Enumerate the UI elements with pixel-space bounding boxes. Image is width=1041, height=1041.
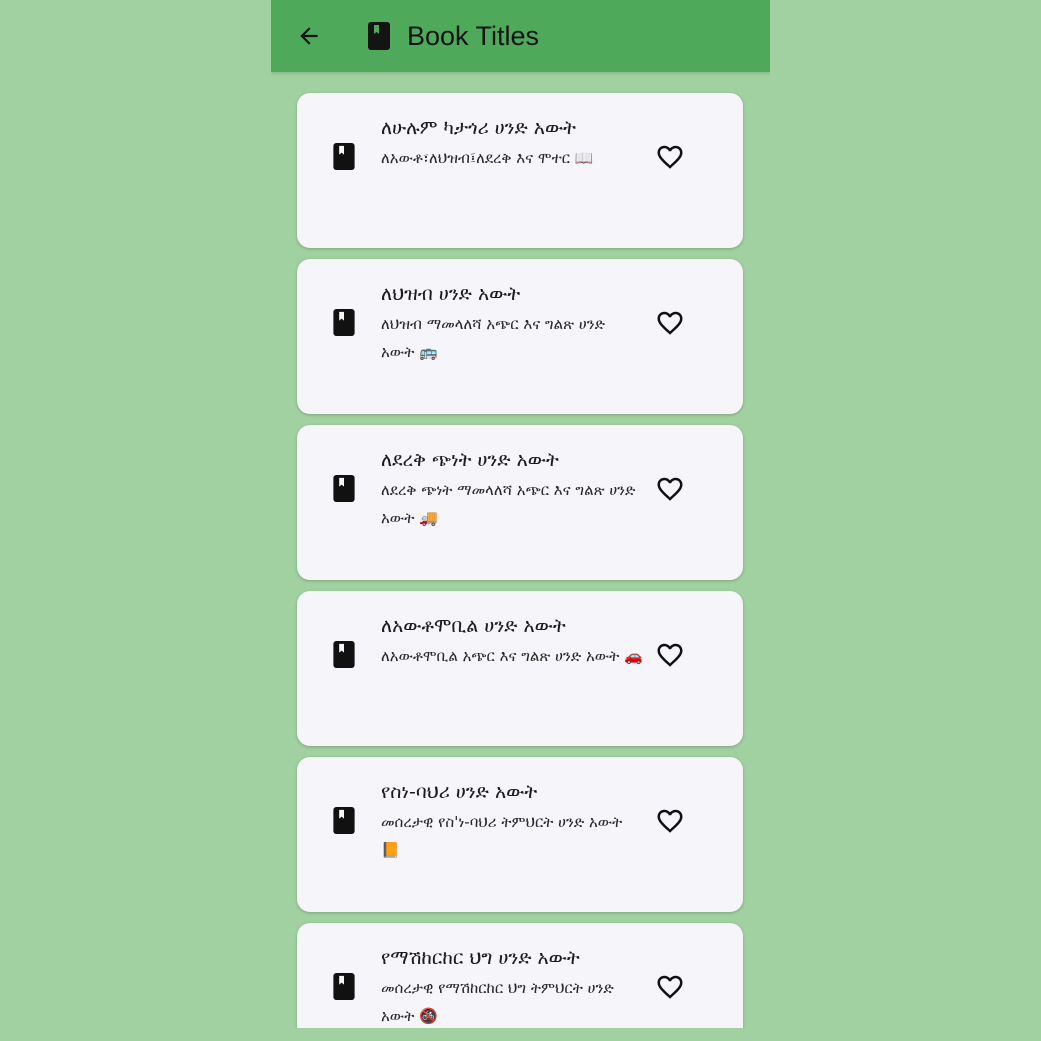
- favorite-button[interactable]: [651, 471, 689, 507]
- favorite-button[interactable]: [651, 139, 689, 175]
- book-card[interactable]: የማሽከርከር ህግ ሀንድ አውት መሰረታዊ የማሽከርከር ህግ ትምህር…: [297, 923, 743, 1028]
- book-icon: [333, 309, 355, 336]
- heart-outline-icon: [657, 145, 683, 169]
- book-title: የማሽከርከር ህግ ሀንድ አውት: [381, 947, 580, 969]
- heart-outline-icon: [657, 643, 683, 667]
- book-text: ለአውቶሞቢል ሀንድ አውት ለአውቶሞቢል አጭር እና ግልጽ ሀንድ አ…: [381, 613, 643, 670]
- heart-outline-icon: [657, 809, 683, 833]
- back-button[interactable]: [291, 18, 327, 54]
- book-title: ለሁሉም ካታጎሪ ሀንድ አውት: [381, 117, 577, 139]
- book-text: ለሁሉም ካታጎሪ ሀንድ አውት ለአውቶ፣ለህዝብ፤ለደረቅ እና ሞተር …: [381, 115, 643, 172]
- book-subtitle: ለደረቅ ጭነት ማመላለሻ አጭር እና ግልጽ ሀንድ አውት 🚚: [381, 481, 636, 527]
- favorite-button[interactable]: [651, 969, 689, 1005]
- book-icon: [333, 641, 355, 668]
- page-title: Book Titles: [407, 21, 540, 51]
- book-card[interactable]: ለሁሉም ካታጎሪ ሀንድ አውት ለአውቶ፣ለህዝብ፤ለደረቅ እና ሞተር …: [297, 93, 743, 248]
- book-icon: [333, 475, 355, 502]
- book-icon: [333, 973, 355, 1000]
- heart-outline-icon: [657, 311, 683, 335]
- book-title: ለአውቶሞቢል ሀንድ አውት: [381, 615, 566, 637]
- book-subtitle: ለህዝብ ማመላለሻ አጭር እና ግልጽ ሀንድ አውት 🚌: [381, 315, 605, 361]
- book-subtitle: መሰረታዊ የማሽከርከር ህግ ትምህርት ሀንድ አውት 🚳: [381, 979, 614, 1025]
- book-card[interactable]: ለአውቶሞቢል ሀንድ አውት ለአውቶሞቢል አጭር እና ግልጽ ሀንድ አ…: [297, 591, 743, 746]
- book-title: ለደረቅ ጭነት ሀንድ አውት: [381, 449, 559, 471]
- book-subtitle: ለአውቶ፣ለህዝብ፤ለደረቅ እና ሞተር 📖: [381, 149, 594, 167]
- book-list: ለሁሉም ካታጎሪ ሀንድ አውት ለአውቶ፣ለህዝብ፤ለደረቅ እና ሞተር …: [297, 93, 743, 1028]
- book-title: የስነ-ባህሪ ሀንድ አውት: [381, 781, 538, 803]
- book-text: ለህዝብ ሀንድ አውት ለህዝብ ማመላለሻ አጭር እና ግልጽ ሀንድ አ…: [381, 281, 643, 366]
- book-icon: [333, 143, 355, 170]
- arrow-back-icon: [300, 27, 318, 45]
- book-icon: [333, 807, 355, 834]
- app-bar: Book Titles: [271, 0, 770, 72]
- heart-outline-icon: [657, 477, 683, 501]
- book-icon: [368, 22, 390, 50]
- book-text: የማሽከርከር ህግ ሀንድ አውት መሰረታዊ የማሽከርከር ህግ ትምህር…: [381, 945, 643, 1028]
- book-text: ለደረቅ ጭነት ሀንድ አውት ለደረቅ ጭነት ማመላለሻ አጭር እና ግ…: [381, 447, 643, 532]
- favorite-button[interactable]: [651, 803, 689, 839]
- favorite-button[interactable]: [651, 305, 689, 341]
- favorite-button[interactable]: [651, 637, 689, 673]
- book-card[interactable]: ለደረቅ ጭነት ሀንድ አውት ለደረቅ ጭነት ማመላለሻ አጭር እና ግ…: [297, 425, 743, 580]
- app-screen: Book Titles ለሁሉም ካታጎሪ ሀንድ አውት ለአውቶ፣ለህዝብ፤…: [271, 0, 770, 1028]
- heart-outline-icon: [657, 975, 683, 999]
- book-subtitle: መሰረታዊ የስ'ነ-ባህሪ ትምህርት ሀንድ አውት 📙: [381, 813, 623, 859]
- book-text: የስነ-ባህሪ ሀንድ አውት መሰረታዊ የስ'ነ-ባህሪ ትምህርት ሀንድ…: [381, 779, 643, 864]
- book-card[interactable]: የስነ-ባህሪ ሀንድ አውት መሰረታዊ የስ'ነ-ባህሪ ትምህርት ሀንድ…: [297, 757, 743, 912]
- book-card[interactable]: ለህዝብ ሀንድ አውት ለህዝብ ማመላለሻ አጭር እና ግልጽ ሀንድ አ…: [297, 259, 743, 414]
- book-title: ለህዝብ ሀንድ አውት: [381, 283, 521, 305]
- book-subtitle: ለአውቶሞቢል አጭር እና ግልጽ ሀንድ አውት 🚗: [381, 647, 643, 665]
